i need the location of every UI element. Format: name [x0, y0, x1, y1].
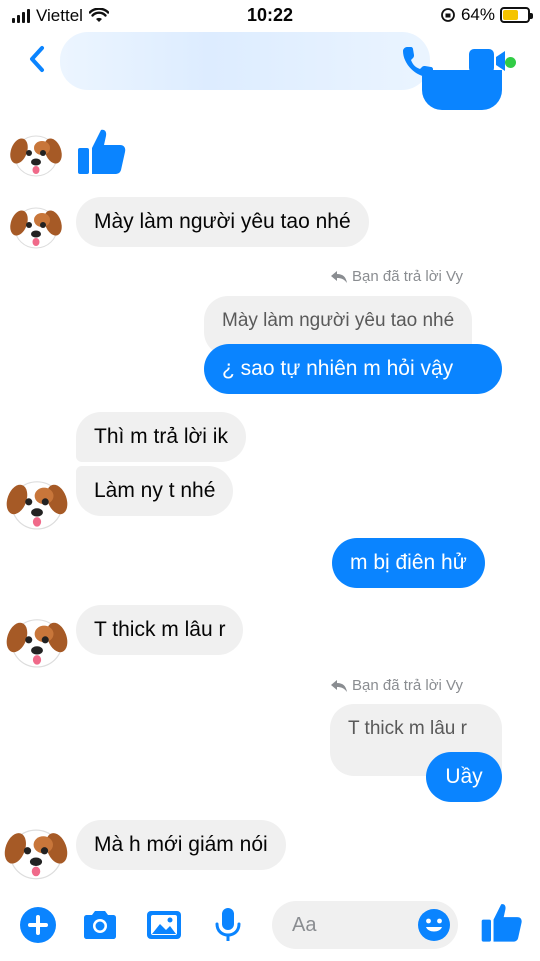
status-bar: Viettel 10:22 64%	[0, 0, 540, 32]
battery-info: 64%	[440, 5, 533, 25]
battery-level	[503, 10, 519, 20]
incoming-message[interactable]: Mà h mới giám nói	[76, 820, 286, 870]
incoming-message[interactable]: Mày làm người yêu tao nhé	[76, 197, 369, 247]
incoming-message[interactable]: Thì m trả lời ik	[76, 412, 246, 462]
dog-avatar[interactable]	[2, 818, 70, 886]
reply-indicator-text: Bạn đã trả lời Vy	[352, 268, 463, 285]
message-input-placeholder: Aa	[292, 914, 317, 936]
message-composer: Aa	[0, 893, 540, 961]
image-icon[interactable]	[144, 905, 184, 945]
reply-icon	[331, 270, 347, 283]
dog-avatar[interactable]	[8, 198, 64, 254]
outgoing-message[interactable]: ¿ sao tự nhiên m hỏi vậy	[204, 344, 502, 394]
chevron-left-icon[interactable]	[26, 44, 48, 74]
dog-avatar[interactable]	[4, 608, 70, 674]
thumbs-up-icon[interactable]	[480, 901, 524, 945]
reply-indicator-text: Bạn đã trả lời Vy	[352, 677, 463, 694]
microphone-icon[interactable]	[208, 905, 248, 945]
redacted-contact-area	[60, 32, 430, 90]
orientation-lock-icon	[441, 8, 455, 22]
active-status-dot	[505, 57, 516, 68]
outgoing-message[interactable]: Uầy	[426, 752, 502, 802]
partial-outgoing-bubble	[422, 70, 502, 110]
thumbs-up-icon[interactable]	[76, 126, 128, 178]
reply-indicator: Bạn đã trả lời Vy	[330, 268, 463, 285]
incoming-message[interactable]: Làm ny t nhé	[76, 466, 234, 516]
reply-icon	[331, 679, 347, 692]
reply-indicator: Bạn đã trả lời Vy	[330, 677, 463, 694]
dog-avatar[interactable]	[8, 126, 64, 182]
battery-icon	[500, 7, 533, 23]
incoming-message[interactable]: T thick m lâu r	[76, 605, 244, 655]
battery-percent: 64%	[460, 5, 495, 24]
camera-icon[interactable]	[80, 905, 120, 945]
plus-icon[interactable]	[18, 905, 58, 945]
emoji-icon[interactable]	[416, 907, 452, 943]
outgoing-message[interactable]: m bị điên hử	[332, 538, 485, 588]
dog-avatar[interactable]	[4, 470, 70, 536]
message-input[interactable]: Aa	[272, 901, 458, 949]
